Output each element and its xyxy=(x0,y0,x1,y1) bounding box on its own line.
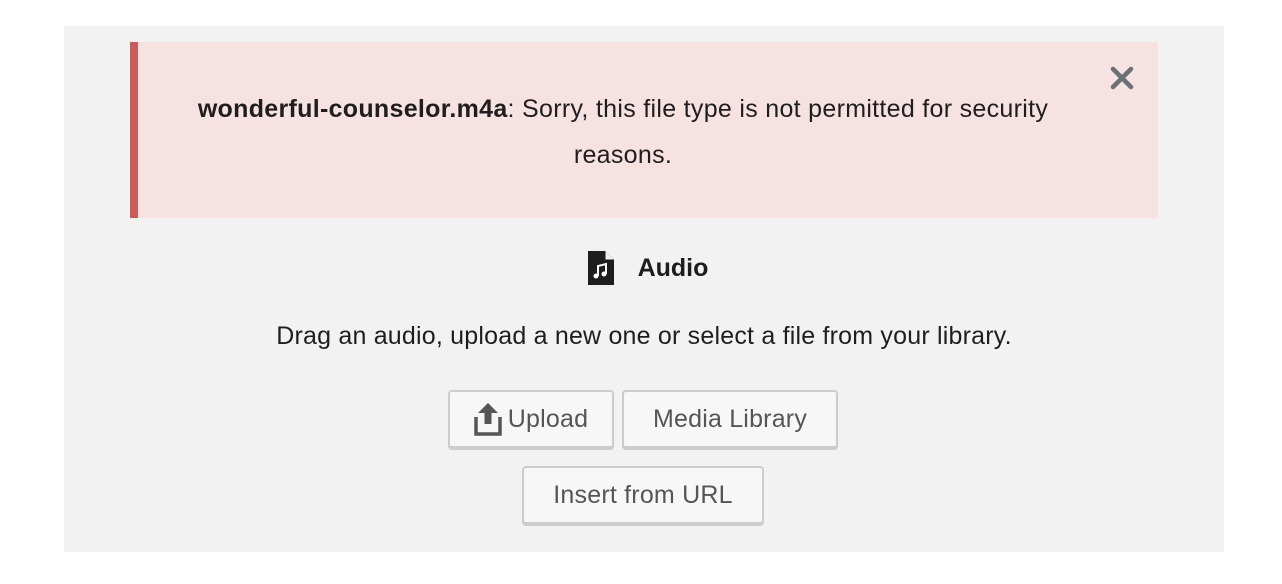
error-notice-filename: wonderful-counselor.m4a xyxy=(197,95,508,123)
placeholder-instructions: Drag an audio, upload a new one or selec… xyxy=(276,322,1012,350)
dismiss-notice-button[interactable] xyxy=(1108,64,1136,92)
insert-from-url-button-label: Insert from URL xyxy=(553,480,733,509)
close-icon xyxy=(1110,66,1134,90)
error-notice-message: wonderful-counselor.m4a: Sorry, this fil… xyxy=(158,86,1088,178)
audio-file-icon xyxy=(587,251,614,285)
error-notice-text: : Sorry, this file type is not permitted… xyxy=(507,95,1049,169)
placeholder-label: Audio xyxy=(64,248,1224,288)
upload-button[interactable]: Upload xyxy=(448,390,614,448)
error-notice: wonderful-counselor.m4a: Sorry, this fil… xyxy=(130,42,1158,218)
insert-from-url-button[interactable]: Insert from URL xyxy=(522,466,764,524)
audio-block-placeholder: wonderful-counselor.m4a: Sorry, this fil… xyxy=(64,26,1224,552)
upload-icon xyxy=(474,403,502,436)
placeholder-title: Audio xyxy=(637,253,709,282)
media-library-button[interactable]: Media Library xyxy=(622,390,838,448)
media-library-button-label: Media Library xyxy=(652,404,808,433)
upload-button-label: Upload xyxy=(507,404,589,433)
